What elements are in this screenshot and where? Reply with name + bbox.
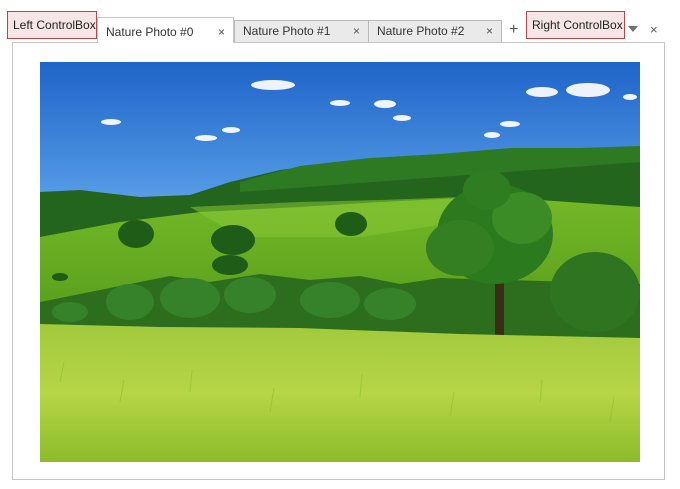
tab-close-icon[interactable]: ×: [353, 21, 360, 42]
close-icon[interactable]: ×: [650, 21, 658, 39]
tab-nature-photo-2[interactable]: Nature Photo #2 ×: [368, 20, 502, 42]
right-controlbox: Right ControlBox: [526, 11, 625, 39]
tab-nature-photo-0[interactable]: Nature Photo #0 ×: [97, 17, 234, 43]
tab-label: Nature Photo #2: [377, 24, 465, 38]
caret-down-icon[interactable]: [628, 26, 638, 32]
left-controlbox: Left ControlBox: [7, 11, 97, 39]
tab-label: Nature Photo #1: [243, 24, 331, 38]
tab-content-panel: [12, 42, 665, 480]
tab-nature-photo-1[interactable]: Nature Photo #1 ×: [234, 20, 369, 42]
add-tab-icon[interactable]: +: [509, 20, 518, 40]
tab-close-icon[interactable]: ×: [486, 21, 493, 42]
nature-photo-image: [40, 62, 640, 462]
tab-close-icon[interactable]: ×: [218, 18, 225, 46]
tab-label: Nature Photo #0: [106, 25, 194, 39]
